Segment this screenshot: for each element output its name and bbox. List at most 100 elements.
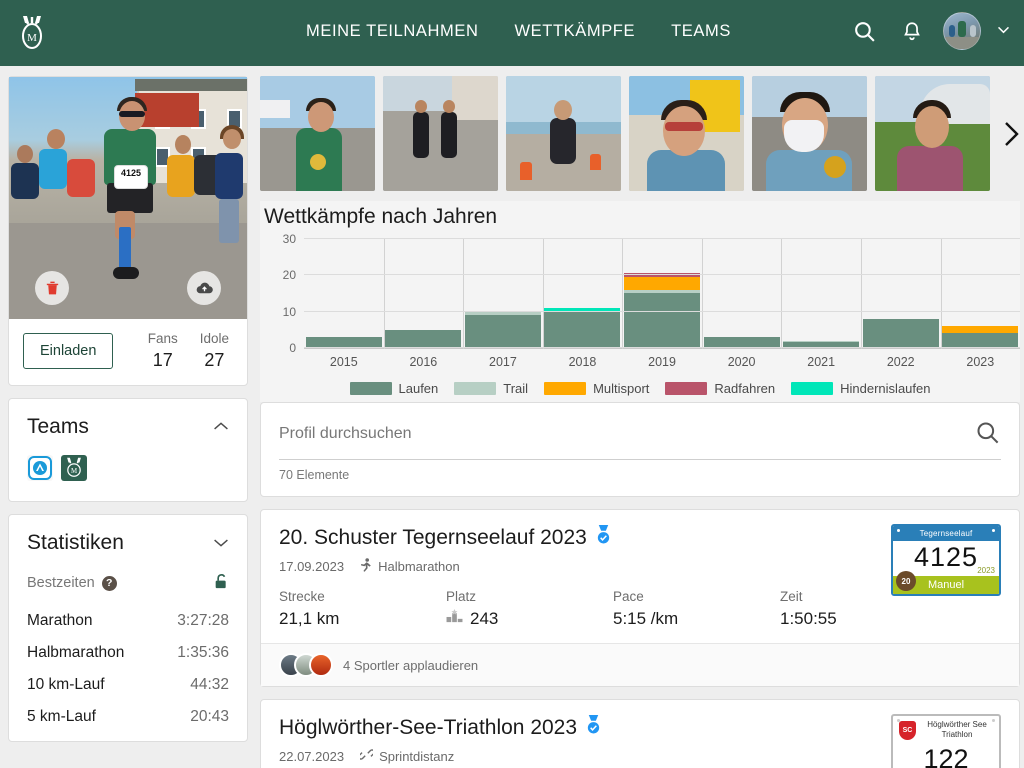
main-content: Wettkämpfe nach Jahren 0 10 20 30 2015 2016 2…: [260, 76, 1020, 768]
photo-thumbnail[interactable]: [506, 76, 621, 191]
statistics-header[interactable]: Statistiken: [9, 515, 247, 565]
teams-list: M: [9, 449, 247, 501]
chart-bar-group[interactable]: [781, 239, 861, 349]
chart-bar-group[interactable]: [622, 239, 702, 349]
chart-x-tick-label: 2022: [886, 355, 915, 369]
bell-icon[interactable]: [895, 14, 929, 48]
chart-bar[interactable]: [385, 329, 462, 348]
idols-label: Idole: [199, 331, 229, 346]
chart-x-tick-label: 2019: [648, 355, 676, 369]
site-logo[interactable]: M: [14, 13, 50, 53]
chart-bar[interactable]: [862, 318, 939, 348]
chart-legend-item[interactable]: Laufen: [349, 381, 438, 396]
event-date: 17.09.2023: [279, 559, 345, 574]
chart-bar-group[interactable]: [701, 239, 782, 349]
applause-avatars: [279, 653, 333, 677]
cover-bib-number: 4125: [114, 165, 148, 189]
result-count: 70 Elemente: [279, 468, 350, 482]
photo-thumbnail[interactable]: [383, 76, 498, 191]
bib-number: 122: [923, 744, 969, 768]
fans-label: Fans: [147, 331, 178, 346]
trash-icon[interactable]: [35, 271, 69, 305]
chart-y-tick-label: 0: [289, 341, 296, 355]
chart-gridline: 20: [283, 268, 1020, 282]
chart-x-axis: 2015 2016 2017 2018 2019 2020 2021 2022 2023: [304, 355, 1020, 369]
chart-bar-segment: [624, 277, 701, 291]
unlocked-padlock-icon[interactable]: [214, 573, 229, 593]
stat-value: 1:50:55: [780, 609, 837, 628]
chart-bar-group[interactable]: [860, 239, 941, 349]
chart-bar[interactable]: [942, 326, 1019, 348]
chevron-right-icon[interactable]: [1000, 119, 1022, 149]
teams-header[interactable]: Teams: [9, 399, 247, 449]
invite-button[interactable]: Einladen: [23, 333, 114, 369]
event-card[interactable]: 20. Schuster Tegernseelauf 2023 17.09.20…: [260, 509, 1020, 687]
chart-bar-segment: [942, 326, 1019, 334]
chart-legend-item[interactable]: Multisport: [544, 381, 649, 396]
search-icon[interactable]: [847, 14, 881, 48]
question-mark-icon[interactable]: ?: [101, 575, 117, 591]
search-input[interactable]: [279, 425, 974, 443]
team-logo-m-icon[interactable]: M: [61, 455, 87, 481]
search-card: 70 Elemente: [260, 402, 1020, 497]
nav-item-meine-teilnahmen[interactable]: MEINE TEILNAHMEN: [306, 22, 479, 41]
photo-thumbnail[interactable]: [629, 76, 744, 191]
chart-legend-swatch: [454, 382, 497, 395]
chart-bar-group[interactable]: [463, 239, 543, 349]
bib-event-name: Höglwörther See Triathlon: [921, 720, 993, 740]
photo-thumbnail[interactable]: [260, 76, 375, 191]
chart-plot-area: 0 10 20 30: [283, 232, 1021, 355]
avatar[interactable]: [943, 12, 981, 50]
chevron-down-icon[interactable]: [213, 536, 229, 551]
chart-legend-item[interactable]: Hindernislaufen: [791, 381, 930, 396]
photo-thumbnail[interactable]: [752, 76, 867, 191]
chart-x-tick-label: 2023: [966, 355, 995, 369]
chart-x-tick-label: 2018: [568, 355, 597, 369]
bib-club-logo: SC: [899, 720, 916, 740]
chart-legend: Laufen Trail Multisport Radfahren Hindernisl…: [260, 381, 1020, 396]
chart-x-tick-label: 2020: [727, 355, 756, 369]
stat-value: 21,1 km: [279, 609, 340, 628]
teams-card: Teams M: [8, 398, 248, 502]
chart-bar-group[interactable]: [940, 239, 1021, 349]
chart-bar-segment: [385, 329, 462, 348]
running-icon: [360, 558, 372, 575]
profile-card: 4125 Einladen Fans 17 Idole 27: [8, 76, 248, 386]
chart-bar-segment: [544, 311, 621, 348]
chart-bar[interactable]: [464, 312, 541, 348]
stat-key: Pace: [613, 589, 644, 604]
profile-cover-photo[interactable]: 4125: [9, 77, 247, 319]
chart-bar-group[interactable]: [542, 239, 623, 349]
cloud-upload-icon[interactable]: [187, 271, 221, 305]
svg-text:M: M: [27, 32, 37, 44]
chart-legend-item[interactable]: Radfahren: [665, 381, 775, 396]
event-stat-pace: Pace 5:15 /km: [613, 589, 780, 629]
fans-stat: Fans 17: [148, 331, 178, 371]
chart-bar[interactable]: [544, 308, 621, 348]
stat-row-halbmarathon: Halbmarathon 1:35:36: [27, 637, 229, 669]
photo-strip-items: [260, 76, 990, 191]
photo-thumbnail[interactable]: [875, 76, 990, 191]
event-title: Höglwörther-See-Triathlon 2023: [279, 715, 578, 739]
search-icon[interactable]: [974, 419, 1001, 449]
chart-legend-swatch: [349, 382, 392, 395]
event-stat-platz: Platz 243: [446, 589, 613, 629]
stat-key: Strecke: [279, 589, 325, 604]
team-logo-a-icon[interactable]: [27, 455, 53, 481]
chevron-down-icon[interactable]: [995, 21, 1012, 42]
chart-bar-group[interactable]: [383, 239, 464, 349]
chart-legend-item[interactable]: Trail: [454, 381, 528, 396]
chart-bar-segment: [624, 293, 701, 348]
chart-gridline: 30: [283, 232, 1020, 246]
nav-item-wettkaempfe[interactable]: WETTKÄMPFE: [515, 22, 636, 41]
bib-event-name: Tegernseelauf: [893, 526, 999, 541]
bib-badge: 20: [896, 571, 916, 591]
stat-value: 1:35:36: [177, 644, 229, 661]
event-applause-row[interactable]: 4 Sportler applaudieren: [261, 643, 1019, 686]
nav-item-teams[interactable]: TEAMS: [671, 22, 731, 41]
chart-bar-group[interactable]: [304, 239, 384, 348]
chevron-up-icon[interactable]: [213, 420, 229, 435]
event-card[interactable]: Höglwörther-See-Triathlon 2023 22.07.202…: [260, 699, 1020, 768]
best-times-row: Bestzeiten ?: [27, 565, 229, 605]
bib-event-line1: Höglwörther See: [927, 720, 987, 729]
